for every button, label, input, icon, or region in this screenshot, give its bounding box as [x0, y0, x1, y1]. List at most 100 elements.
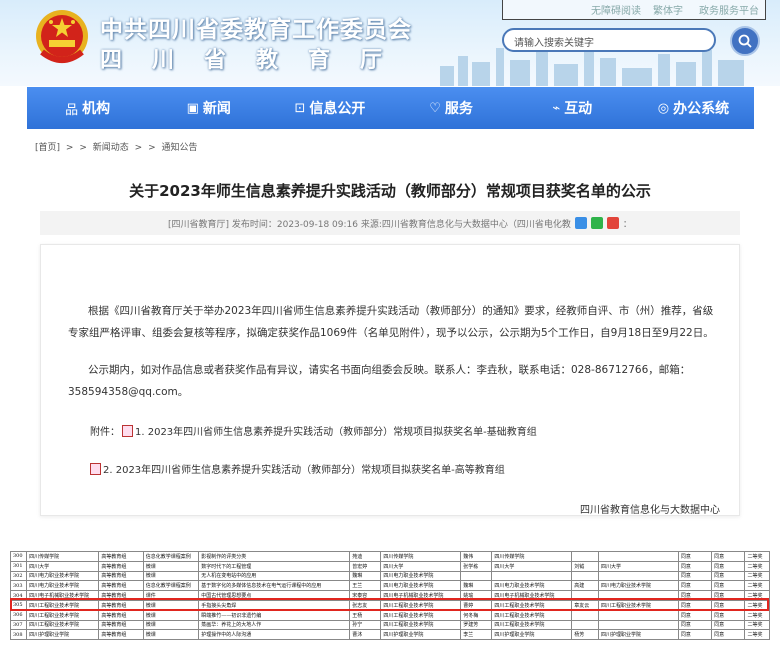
site-name-secondary: 四川省教育厅: [100, 47, 413, 73]
table-cell: 同意: [711, 551, 746, 562]
article-signoff: 四川省教育信息化与大数据中心: [580, 505, 720, 516]
table-cell: 四川传媒学院: [26, 551, 100, 562]
table-cell: 蒸画华：养花上的大地人作: [198, 619, 351, 631]
top-link-traditional[interactable]: 繁体字: [653, 2, 683, 17]
table-cell: 四川工程职业技术学院: [380, 609, 462, 621]
table-cell: 章友云: [571, 599, 599, 611]
table-cell: 四川传媒学院: [491, 551, 573, 562]
weibo-share-icon[interactable]: [606, 217, 619, 229]
table-cell: 同意: [711, 560, 746, 572]
table-cell: 手指接头尖角焊: [198, 599, 351, 611]
table-cell: 高等教育组: [98, 560, 144, 572]
header-banner: 中共四川省委教育工作委员会 四川省教育厅 无障碍阅读 繁体字 政务服务平台 请输…: [0, 0, 780, 86]
breadcrumb-news[interactable]: 新闻动态: [93, 143, 129, 153]
table-cell: 高等教育组: [98, 570, 144, 582]
table-cell: 信息化教学课程案例: [142, 551, 200, 562]
nav-item-3[interactable]: ♡ 服务: [391, 87, 512, 129]
table-cell: [571, 551, 599, 562]
nav-item-1[interactable]: ▣ 新闻: [148, 87, 269, 129]
table-cell: 四川工程职业技术学院: [26, 609, 100, 621]
table-cell: 同意: [677, 609, 713, 621]
table-cell: 四川护理职业学院: [597, 629, 679, 641]
qzone-share-icon[interactable]: [574, 217, 587, 229]
search-button[interactable]: [730, 26, 760, 56]
table-cell: [491, 570, 573, 582]
breadcrumb-notices[interactable]: 通知公告: [161, 143, 197, 153]
table-cell: 魏伟: [460, 551, 493, 562]
table-cell: 曾宏婷: [349, 560, 382, 572]
nav-item-0[interactable]: 品机构: [27, 87, 148, 129]
table-cell: 同意: [711, 609, 746, 621]
table-cell: 王兰: [349, 580, 382, 592]
table-cell: 同意: [677, 629, 713, 641]
table-cell: 魏琳: [349, 570, 382, 582]
table-cell: 四川工程职业技术学院: [491, 609, 573, 621]
table-row: 303 四川电力职业技术学院 高等教育组 信息化教学课程案例 基于数字化的多媒体信息技术…: [9, 580, 770, 592]
table-cell: 四川工程职业技术学院: [491, 619, 573, 631]
table-cell: 二等奖: [744, 560, 770, 572]
table-cell: 307: [9, 619, 28, 631]
org-icon: 品: [65, 102, 79, 118]
table-cell: 高等教育组: [98, 609, 144, 621]
main-nav: 品机构 ▣ 新闻 ⊡ 信息公开 ♡ 服务 ⌁ 互动 ◎ 办公系统: [27, 87, 754, 129]
table-cell: [597, 551, 679, 562]
table-cell: 302: [9, 570, 28, 582]
nav-label: 服务: [444, 101, 473, 117]
table-cell: 二等奖: [744, 599, 770, 611]
table-cell: 四川护理职业学院: [380, 629, 462, 641]
table-cell: 微课: [142, 619, 200, 631]
table-cell: 四川大学: [26, 560, 100, 572]
table-cell: [571, 609, 599, 621]
table-cell: 微课: [142, 599, 200, 611]
info-icon: ⊡: [294, 100, 306, 116]
table-cell: 301: [9, 560, 28, 572]
table-cell: 高等教育组: [98, 619, 144, 631]
nav-item-4[interactable]: ⌁ 互动: [512, 87, 633, 129]
table-row: 301 四川大学 高等教育组 微课 数字时代下的工程管理 曾宏婷 四川大学 张学栋 四川大学 刘钺…: [9, 560, 770, 572]
top-link-accessibility[interactable]: 无障碍阅读: [591, 2, 641, 17]
table-cell: 苑迪: [349, 551, 382, 562]
table-cell: 微课: [142, 629, 200, 641]
table-cell: 二等奖: [744, 629, 770, 641]
table-cell: 曹婷: [460, 599, 493, 611]
nav-item-2[interactable]: ⊡ 信息公开: [269, 87, 390, 129]
table-cell: 高等教育组: [98, 599, 144, 611]
table-cell: 微课: [142, 560, 200, 572]
article-title: 关于2023年师生信息素养提升实践活动（教师部分）常规项目获奖名单的公示: [129, 182, 651, 200]
nav-label: 互动: [564, 101, 593, 117]
table-row: 304 四川电子机械职业技术学院 高等教育组 课件 中国古代管理思想要点 宋泰容 四川电子机…: [9, 590, 770, 601]
table-cell: 二等奖: [744, 551, 770, 562]
table-cell: 同意: [677, 551, 713, 562]
table-cell: 曹沐: [349, 629, 382, 641]
table-cell: 同意: [711, 590, 746, 601]
table-cell: [460, 570, 493, 582]
article-paragraph-2: 公示期内，如对作品信息或者获奖作品有异议，请实名书面向组委会反映。联系人：李垚秋…: [68, 364, 691, 398]
table-cell: 300: [9, 551, 28, 562]
search-input[interactable]: 请输入搜索关键字: [502, 28, 716, 52]
table-cell: 二等奖: [744, 570, 770, 582]
table-cell: 高等教育组: [98, 590, 144, 601]
wechat-share-icon[interactable]: [590, 217, 603, 229]
table-cell: 四川工程职业技术学院: [26, 619, 100, 631]
attachment-1[interactable]: 附件： 1. 2023年四川省师生信息素养提升实践活动（教师部分）常规项目拟获奖…: [90, 423, 537, 438]
table-cell: [597, 619, 679, 631]
table-cell: 孙宁: [349, 619, 382, 631]
nav-label: 新闻: [202, 101, 231, 117]
table-row: 307 四川工程职业技术学院 高等教育组 微课 蒸画华：养花上的大地人作 孙宁 四川工程职业…: [9, 619, 770, 631]
table-cell: 同意: [677, 590, 713, 601]
table-cell: 二等奖: [744, 590, 770, 601]
table-cell: 课件: [142, 590, 200, 601]
top-links-bar: 无障碍阅读 繁体字 政务服务平台: [502, 0, 766, 20]
top-link-platform[interactable]: 政务服务平台: [699, 2, 759, 17]
nav-item-5[interactable]: ◎ 办公系统: [633, 87, 754, 129]
office-icon: ◎: [657, 100, 670, 116]
table-cell: 同意: [711, 619, 746, 631]
table-cell: [597, 609, 679, 621]
table-cell: 四川电力职业技术学院: [491, 580, 573, 592]
breadcrumb-home[interactable]: [首页]: [35, 143, 60, 153]
table-cell: 306: [9, 609, 28, 621]
attachment-2[interactable]: 2. 2023年四川省师生信息素养提升实践活动（教师部分）常规项目拟获奖名单-高…: [90, 461, 505, 476]
table-cell: 微课: [142, 570, 200, 582]
site-name: 中共四川省委教育工作委员会: [100, 16, 412, 43]
table-row: 306 四川工程职业技术学院 高等教育组 微课 瞬端推竹——初识非遗竹编 王杨 四川工程职业…: [9, 609, 770, 621]
